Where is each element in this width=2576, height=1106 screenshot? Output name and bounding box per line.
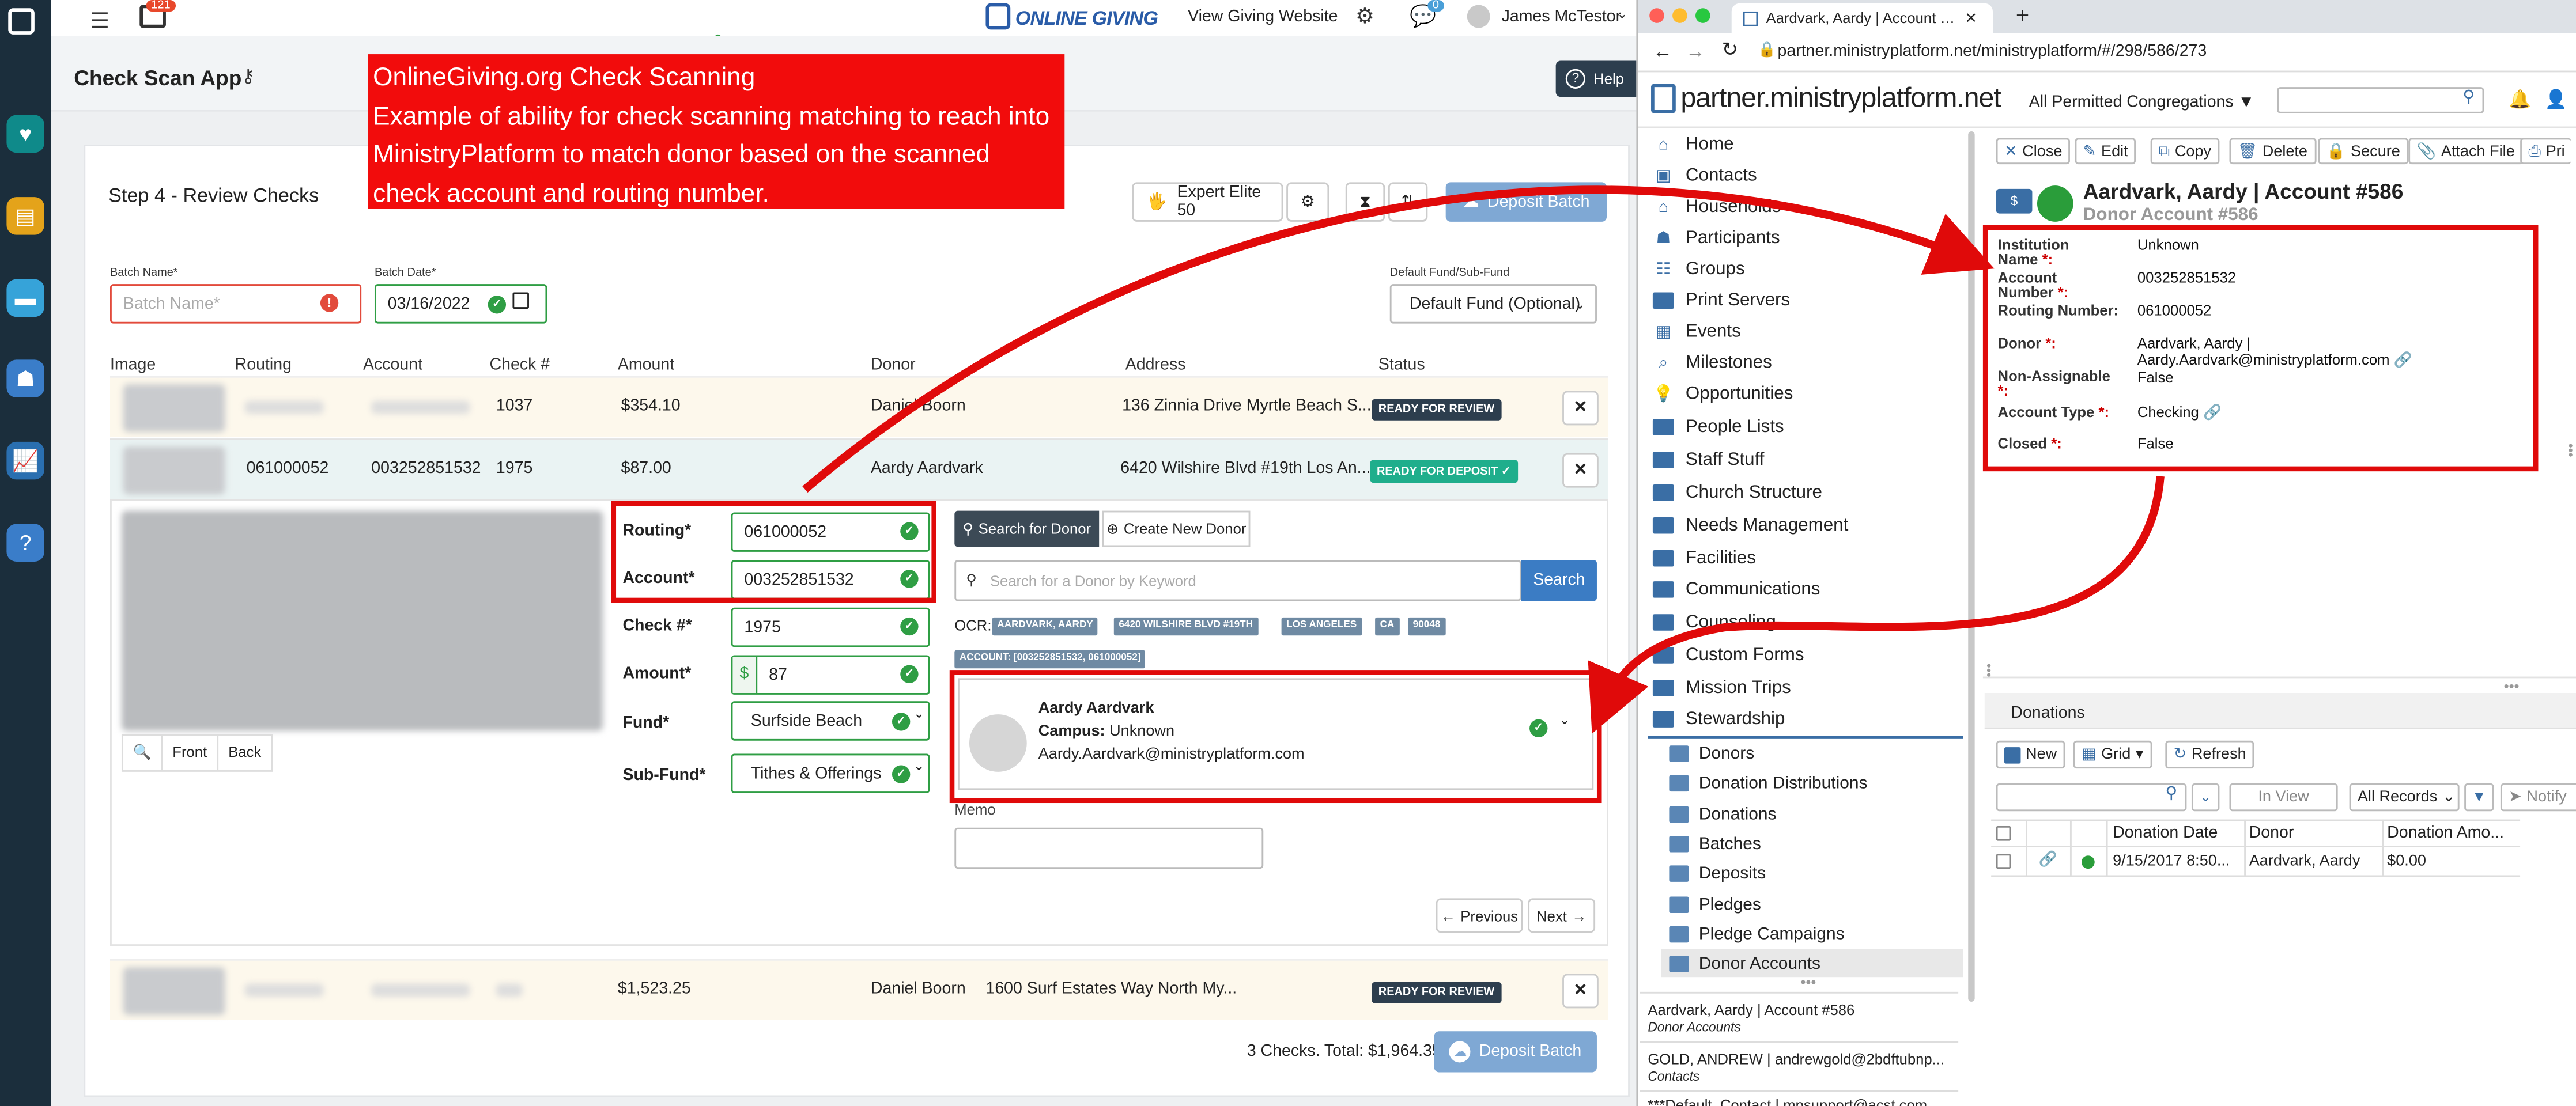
annotation-arrows — [802, 185, 2165, 734]
arrow-mp-to-og — [1588, 476, 2165, 734]
arrow-og-to-mp — [802, 185, 1995, 493]
